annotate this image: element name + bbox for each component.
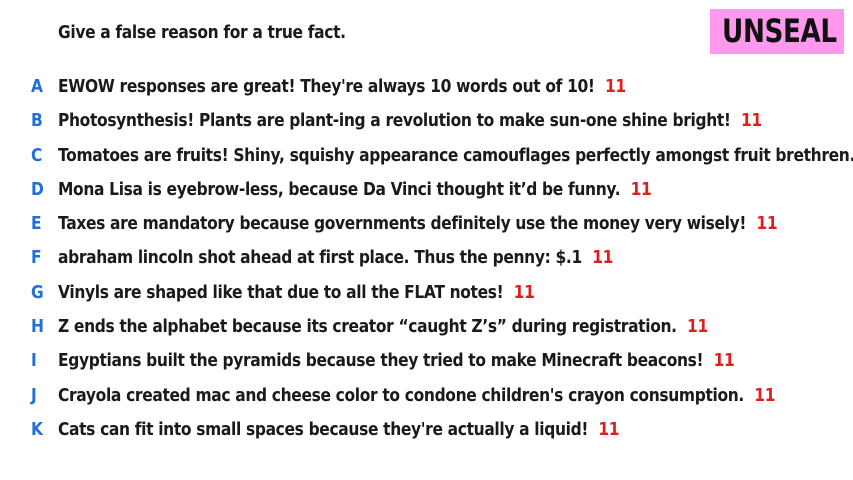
answer-score: 11	[713, 350, 735, 372]
answer-letter: B	[31, 110, 43, 132]
answer-score: 11	[630, 178, 652, 200]
answer-letter: G	[31, 281, 44, 303]
answer-letter: H	[31, 316, 44, 338]
answer-text: Mona Lisa is eyebrow-less, because Da Vi…	[58, 178, 621, 200]
answer-text: Taxes are mandatory because governments …	[58, 213, 747, 235]
answer-text: Photosynthesis! Plants are plant-ing a r…	[58, 110, 731, 132]
answer-text: Cats can fit into small spaces because t…	[58, 418, 589, 440]
answer-score: 11	[687, 316, 708, 338]
answer-body: Crayola created mac and cheese color to …	[58, 384, 776, 406]
answer-list: A EWOW responses are great! They're alwa…	[0, 73, 853, 450]
answer-body: Taxes are mandatory because governments …	[58, 213, 778, 235]
answer-body: Egyptians built the pyramids because the…	[58, 350, 735, 372]
answer-text: abraham lincoln shot ahead at first plac…	[58, 247, 582, 269]
answer-score: 11	[513, 281, 535, 303]
answer-score: 11	[598, 418, 620, 440]
answer-row-f: F abraham lincoln shot ahead at first pl…	[0, 244, 853, 278]
answer-body: Cats can fit into small spaces because t…	[58, 418, 620, 440]
prompt-text: Give a false reason for a true fact.	[58, 22, 346, 43]
answer-body: Mona Lisa is eyebrow-less, because Da Vi…	[58, 178, 652, 200]
answer-letter: J	[31, 384, 37, 406]
answer-row-j: J Crayola created mac and cheese color t…	[0, 382, 853, 416]
unseal-badge: UNSEAL	[710, 9, 844, 54]
answer-row-e: E Taxes are mandatory because government…	[0, 210, 853, 244]
answer-text: Z ends the alphabet because its creator …	[58, 316, 677, 338]
answer-text: EWOW responses are great! They're always…	[58, 76, 595, 97]
answer-row-c: C Tomatoes are fruits! Shiny, squishy ap…	[0, 142, 853, 176]
answer-text: Tomatoes are fruits! Shiny, squishy appe…	[58, 144, 853, 166]
answer-letter: I	[31, 350, 37, 372]
answer-row-b: B Photosynthesis! Plants are plant-ing a…	[0, 107, 853, 141]
answer-score: 11	[756, 213, 778, 235]
answer-body: Vinyls are shaped like that due to all t…	[58, 282, 535, 303]
answer-letter: E	[31, 213, 42, 235]
answer-row-i: I Egyptians built the pyramids because t…	[0, 347, 853, 381]
answer-letter: F	[31, 247, 42, 269]
answer-row-k: K Cats can fit into small spaces because…	[0, 416, 853, 450]
answer-body: Photosynthesis! Plants are plant-ing a r…	[58, 110, 762, 131]
answer-score: 11	[754, 384, 776, 406]
answer-row-d: D Mona Lisa is eyebrow-less, because Da …	[0, 176, 853, 210]
answer-text: Crayola created mac and cheese color to …	[58, 384, 744, 406]
answer-score: 11	[592, 247, 614, 269]
answer-body: Z ends the alphabet because its creator …	[58, 316, 708, 337]
answer-score: 11	[604, 76, 626, 97]
answer-text: Egyptians built the pyramids because the…	[58, 350, 704, 372]
answer-body: Tomatoes are fruits! Shiny, squishy appe…	[58, 145, 853, 166]
answer-row-g: G Vinyls are shaped like that due to all…	[0, 279, 853, 313]
unseal-label: UNSEAL	[722, 12, 837, 50]
answer-letter: K	[31, 418, 43, 440]
answer-letter: D	[31, 178, 44, 200]
answer-body: abraham lincoln shot ahead at first plac…	[58, 247, 613, 268]
answer-letter: A	[31, 76, 43, 97]
answer-row-h: H Z ends the alphabet because its creato…	[0, 313, 853, 347]
answer-score: 11	[740, 110, 762, 132]
answer-row-a: A EWOW responses are great! They're alwa…	[0, 73, 853, 107]
answer-body: EWOW responses are great! They're always…	[58, 76, 626, 97]
answer-letter: C	[31, 144, 43, 166]
answer-text: Vinyls are shaped like that due to all t…	[58, 281, 504, 303]
